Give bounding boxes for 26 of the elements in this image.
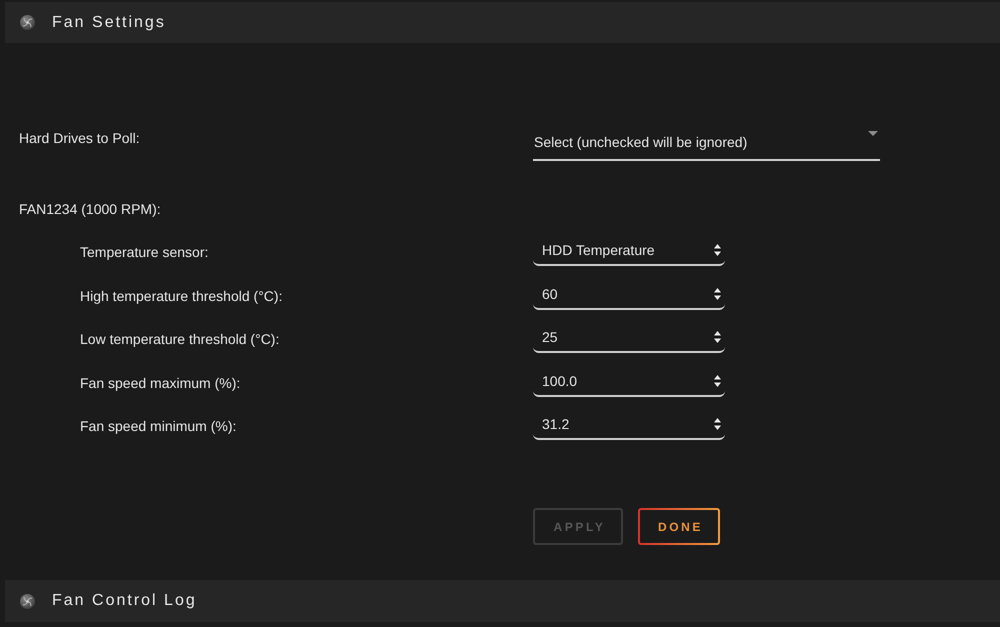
select-field[interactable]: 60: [533, 282, 725, 310]
multi-select-field[interactable]: Select (unchecked will be ignored): [533, 125, 880, 161]
setting-label: Fan speed minimum (%):: [80, 417, 236, 436]
up-down-arrows-icon: [714, 418, 721, 430]
panel-header[interactable]: Fan Settings: [5, 2, 1000, 43]
fan-label: FAN1234 (1000 RPM):: [18, 200, 161, 219]
up-down-arrows-icon: [714, 331, 721, 343]
setting-label: Temperature sensor:: [80, 243, 208, 262]
select-field[interactable]: 100.0: [533, 368, 725, 396]
field-label: Hard Drives to Poll:: [19, 129, 140, 148]
setting-label: Fan speed maximum (%):: [80, 374, 240, 392]
select-field[interactable]: 25: [533, 325, 725, 353]
fan-icon: [20, 15, 35, 30]
dropdown-caret-icon: [868, 131, 878, 136]
panel-title: Fan Settings: [52, 14, 166, 32]
select-field[interactable]: 31.2: [533, 412, 725, 440]
select-field[interactable]: HDD Temperature: [533, 238, 725, 266]
setting-label: High temperature threshold (°C):: [80, 286, 282, 306]
fan-icon: [20, 594, 35, 608]
setting-label: Low temperature threshold (°C):: [80, 330, 280, 349]
up-down-arrows-icon: [714, 244, 721, 256]
up-down-arrows-icon: [714, 288, 721, 300]
panel-title: Fan Control Log: [52, 592, 197, 610]
action-button[interactable]: DONE: [638, 508, 720, 545]
panel-header[interactable]: Fan Control Log: [5, 580, 1000, 622]
up-down-arrows-icon: [714, 374, 721, 386]
